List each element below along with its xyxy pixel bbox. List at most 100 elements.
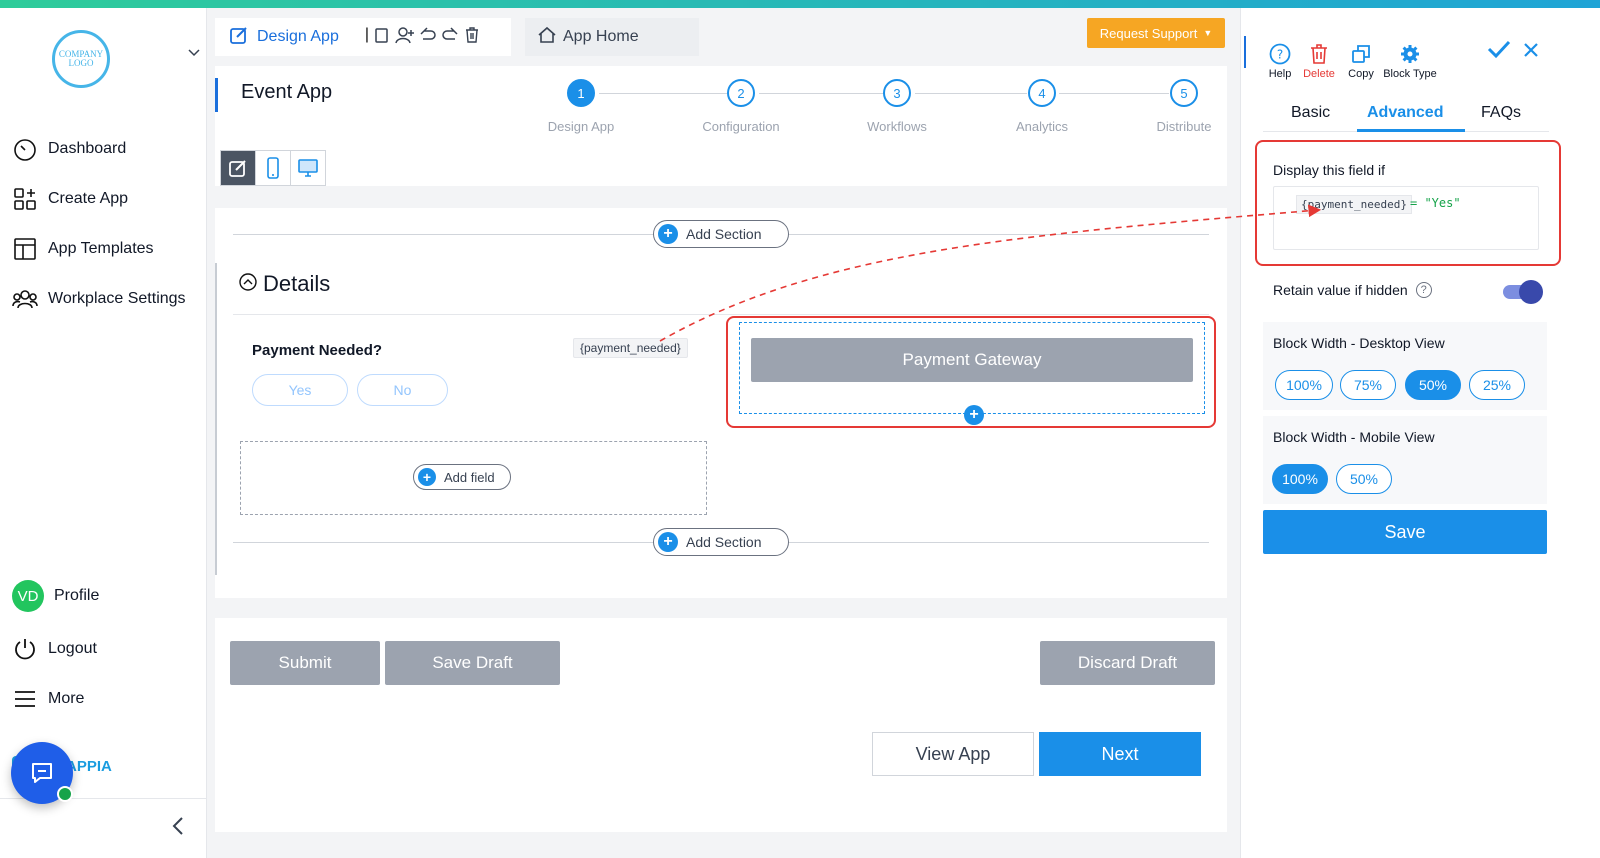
delete-button[interactable]: Delete xyxy=(1299,40,1339,80)
request-support-button[interactable]: Request Support ▼ xyxy=(1087,18,1225,48)
page-title: Event App xyxy=(241,81,333,103)
save-button[interactable]: Save xyxy=(1263,510,1547,554)
redo-icon[interactable] xyxy=(441,26,459,49)
payment-gateway-button[interactable]: Payment Gateway xyxy=(751,338,1193,382)
add-user-icon[interactable] xyxy=(395,26,415,49)
sidebar-item-profile[interactable]: VD Profile xyxy=(12,580,99,612)
condition-input[interactable]: {payment_needed} = "Yes" xyxy=(1273,186,1539,250)
add-block-plus-icon[interactable]: + xyxy=(964,405,984,425)
sidebar-item-more[interactable]: More xyxy=(12,686,84,712)
desktop-icon xyxy=(298,159,318,177)
add-section-button[interactable]: + Add Section xyxy=(653,220,789,248)
separator-icon: | xyxy=(364,25,369,43)
sidebar-item-label: Workplace Settings xyxy=(48,290,186,307)
desktop-width-25[interactable]: 25% xyxy=(1469,370,1525,400)
tab-advanced[interactable]: Advanced xyxy=(1367,104,1443,122)
top-gradient-bar xyxy=(0,0,1600,8)
condition-title: Display this field if xyxy=(1273,162,1386,178)
accent-bar xyxy=(1244,36,1246,68)
section-title-text: Details xyxy=(263,271,331,296)
help-icon: ? xyxy=(1263,40,1297,68)
tab-app-home[interactable]: App Home xyxy=(525,18,699,56)
copy-button[interactable]: Copy xyxy=(1345,40,1377,80)
button-label: Request Support xyxy=(1099,25,1198,41)
tab-basic[interactable]: Basic xyxy=(1291,104,1330,122)
copy-icon[interactable] xyxy=(373,26,391,49)
condition-variable-tag: {payment_needed} xyxy=(1296,195,1412,214)
undo-icon[interactable] xyxy=(419,26,437,49)
mobile-width-100[interactable]: 100% xyxy=(1272,464,1328,494)
desktop-width-100[interactable]: 100% xyxy=(1275,370,1333,400)
step-label: Analytics xyxy=(1015,119,1069,134)
yes-option-button[interactable]: Yes xyxy=(252,374,348,406)
sidebar: COMPANY LOGO Dashboard Create App App Te… xyxy=(0,8,207,858)
caret-down-icon: ▼ xyxy=(1203,28,1213,38)
tab-label: Design App xyxy=(257,28,339,45)
step-label: Distribute xyxy=(1156,119,1212,134)
block-type-button[interactable]: Block Type xyxy=(1379,40,1441,80)
step-workflows[interactable]: 3 Workflows xyxy=(842,79,952,134)
edit-view-button[interactable] xyxy=(221,151,256,185)
sidebar-item-create-app[interactable]: Create App xyxy=(12,186,128,212)
no-option-button[interactable]: No xyxy=(357,374,448,406)
plus-icon: + xyxy=(658,224,678,244)
tool-label: Copy xyxy=(1348,68,1374,80)
mobile-width-50[interactable]: 50% xyxy=(1336,464,1392,494)
main-area: Design App | App Home Request Support ▼ … xyxy=(207,8,1240,858)
tool-label: Delete xyxy=(1303,68,1335,80)
toolbar-icons: | xyxy=(365,26,481,49)
confirm-check-icon[interactable] xyxy=(1487,38,1511,66)
help-icon[interactable]: ? xyxy=(1415,282,1432,298)
company-logo[interactable]: COMPANY LOGO xyxy=(52,30,110,88)
sidebar-item-workplace-settings[interactable]: Workplace Settings xyxy=(12,286,186,312)
sidebar-item-label: Logout xyxy=(48,640,97,657)
view-app-button[interactable]: View App xyxy=(872,732,1034,776)
step-distribute[interactable]: 5 Distribute xyxy=(1129,79,1239,134)
panel-tabs: Basic Advanced FAQs xyxy=(1263,98,1549,132)
help-button[interactable]: ? Help xyxy=(1263,40,1297,80)
step-label: Workflows xyxy=(867,119,927,134)
submit-button[interactable]: Submit xyxy=(230,641,380,685)
step-design-app[interactable]: 1 Design App xyxy=(526,79,636,134)
retain-value-toggle[interactable] xyxy=(1503,280,1543,304)
desktop-width-50[interactable]: 50% xyxy=(1405,370,1461,400)
avatar: VD xyxy=(12,580,44,612)
save-draft-button[interactable]: Save Draft xyxy=(385,641,560,685)
sidebar-item-logout[interactable]: Logout xyxy=(12,636,97,662)
section-title[interactable]: Details xyxy=(239,271,330,297)
tab-design-app[interactable]: Design App | xyxy=(215,18,511,56)
discard-draft-button[interactable]: Discard Draft xyxy=(1040,641,1215,685)
add-section-button[interactable]: + Add Section xyxy=(653,528,789,556)
sidebar-item-app-templates[interactable]: App Templates xyxy=(12,236,154,262)
step-number: 4 xyxy=(1028,79,1056,107)
tab-faqs[interactable]: FAQs xyxy=(1481,104,1521,122)
close-icon[interactable] xyxy=(1523,38,1539,64)
sidebar-item-label: More xyxy=(48,690,85,707)
edit-icon xyxy=(229,25,249,50)
desktop-width-75[interactable]: 75% xyxy=(1340,370,1396,400)
edit-icon xyxy=(229,160,246,177)
step-number: 5 xyxy=(1170,79,1198,107)
svg-text:?: ? xyxy=(1277,48,1283,62)
collapse-sidebar-icon[interactable] xyxy=(172,816,184,842)
trash-icon[interactable] xyxy=(463,26,481,49)
step-analytics[interactable]: 4 Analytics xyxy=(987,79,1097,134)
mobile-view-button[interactable] xyxy=(256,151,291,185)
logo-text: COMPANY LOGO xyxy=(58,49,104,68)
chevron-down-icon[interactable] xyxy=(188,46,200,60)
sidebar-item-dashboard[interactable]: Dashboard xyxy=(12,136,126,162)
sidebar-item-label: App Templates xyxy=(48,240,154,257)
block-settings-panel: ? Help Delete Copy Block Type Basic Adva… xyxy=(1240,8,1600,858)
tool-label: Help xyxy=(1268,68,1292,80)
tab-label: App Home xyxy=(563,28,639,45)
step-configuration[interactable]: 2 Configuration xyxy=(686,79,796,134)
toggle-knob xyxy=(1519,280,1543,304)
sidebar-item-label: Profile xyxy=(54,587,100,604)
collapse-icon[interactable] xyxy=(239,271,257,297)
next-button[interactable]: Next xyxy=(1039,732,1201,776)
add-field-button[interactable]: + Add field xyxy=(413,464,511,490)
payment-gateway-block[interactable]: Payment Gateway + xyxy=(739,322,1205,425)
menu-icon xyxy=(12,686,38,712)
desktop-view-button[interactable] xyxy=(291,151,325,185)
retain-label: Retain value if hidden xyxy=(1273,282,1408,298)
